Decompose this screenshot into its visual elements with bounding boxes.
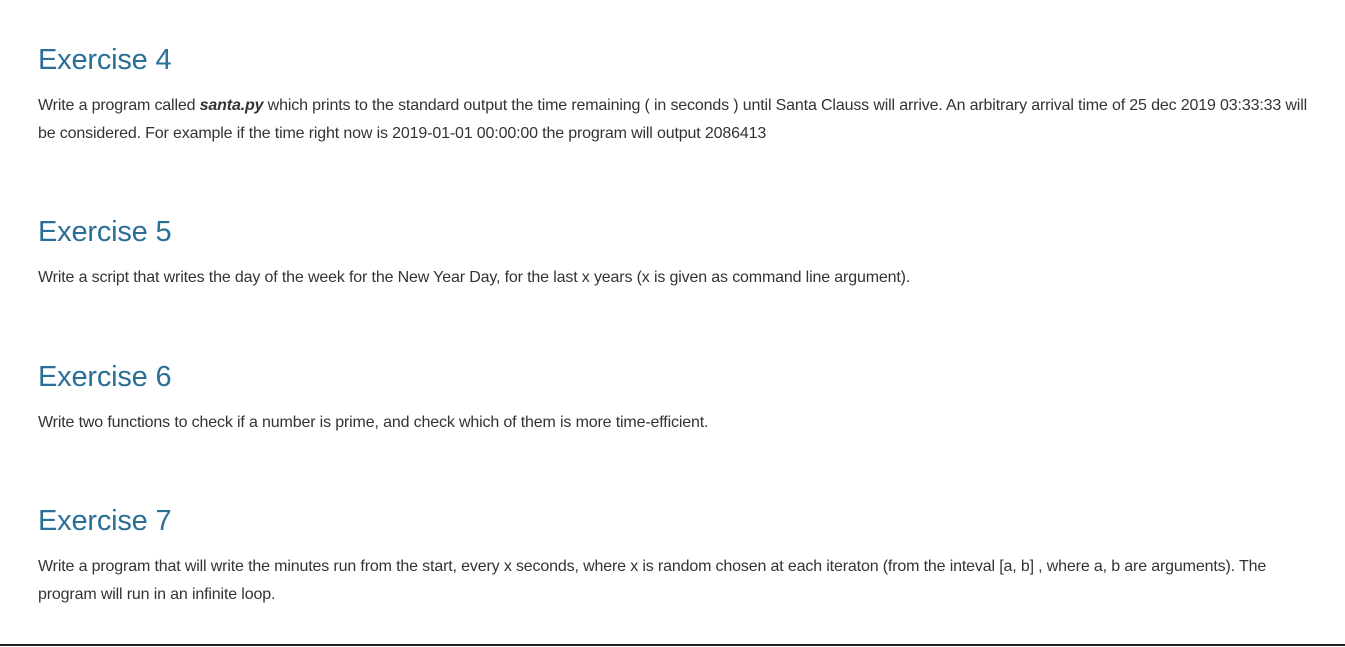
exercise-7-description: Write a program that will write the minu…: [38, 558, 1267, 603]
exercise-7-title: Exercise 7: [38, 505, 172, 537]
bottom-divider: [0, 644, 1345, 646]
exercise-4: Exercise 4 Write a program called santa.…: [38, 42, 1308, 148]
exercise-4-title: Exercise 4: [38, 44, 172, 76]
exercise-5-title: Exercise 5: [38, 216, 172, 248]
exercise-5: Exercise 5 Write a script that writes th…: [38, 214, 1308, 292]
exercise-7: Exercise 7 Write a program that will wri…: [38, 503, 1308, 609]
exercise-6-description: Write two functions to check if a number…: [38, 414, 709, 431]
exercise-6: Exercise 6 Write two functions to check …: [38, 359, 1308, 437]
exercise-6-title: Exercise 6: [38, 361, 172, 393]
exercise-4-text-before: Write a program called: [38, 97, 200, 114]
exercise-4-description: Write a program called santa.py which pr…: [38, 92, 1308, 148]
exercise-4-filename: santa.py: [199, 97, 264, 114]
exercise-5-description: Write a script that writes the day of th…: [38, 269, 911, 286]
